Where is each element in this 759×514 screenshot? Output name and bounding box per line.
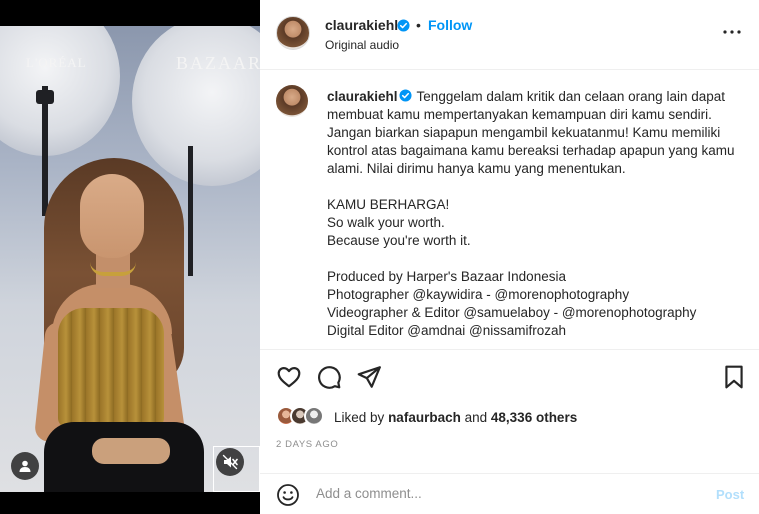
light-stand-right — [188, 146, 193, 276]
studio-umbrella-left — [0, 26, 120, 156]
emoji-icon — [277, 484, 299, 506]
follow-button[interactable]: Follow — [428, 17, 472, 33]
emoji-button[interactable] — [276, 483, 300, 507]
model-hands — [92, 438, 170, 464]
caption-text: claurakiehl Tenggelam dalam kritik dan ce… — [327, 88, 737, 340]
caption-section: claurakiehl Tenggelam dalam kritik dan ce… — [260, 71, 759, 349]
liker-avatar — [304, 406, 324, 426]
liked-by-count[interactable]: 48,336 others — [491, 410, 577, 425]
more-horizontal-icon — [723, 30, 741, 34]
liked-by-prefix: Liked by — [334, 410, 385, 425]
post-timestamp[interactable]: 2 DAYS AGO — [276, 439, 338, 450]
header-separator: • — [416, 17, 421, 33]
liked-by-text: Liked by nafaurbach and 48,336 others — [334, 410, 577, 425]
light-stand-left — [42, 86, 48, 216]
caption-username[interactable]: claurakiehl — [327, 89, 398, 104]
light-head — [36, 90, 54, 104]
verified-badge-icon — [397, 19, 410, 32]
caption-author-avatar[interactable] — [276, 85, 308, 117]
bazaar-logo: BAZAAR — [176, 53, 260, 73]
liked-by-user[interactable]: nafaurbach — [388, 410, 461, 425]
speaker-muted-icon — [222, 454, 238, 470]
gold-corset — [58, 308, 164, 428]
paper-plane-icon — [357, 366, 381, 388]
user-tag-button[interactable] — [11, 452, 39, 480]
heart-icon — [277, 367, 301, 388]
like-button[interactable] — [276, 364, 302, 390]
bookmark-icon — [725, 365, 743, 389]
loreal-logo: L'ORÉAL — [26, 55, 87, 70]
share-button[interactable] — [356, 364, 382, 390]
comment-bar: Post — [260, 473, 759, 514]
caption-body: Tenggelam dalam kritik dan celaan orang … — [327, 89, 735, 338]
studio-umbrella-right — [132, 26, 260, 186]
author-avatar[interactable] — [276, 16, 310, 50]
post-sidebar: claurakiehl • Follow Original audio clau… — [260, 0, 759, 514]
save-button[interactable] — [721, 364, 747, 390]
comment-input[interactable] — [316, 486, 696, 501]
post-comment-button[interactable]: Post — [716, 487, 744, 502]
comment-icon — [318, 366, 341, 389]
gold-necklace — [90, 262, 136, 276]
post-media[interactable]: L'ORÉAL BAZAAR — [0, 0, 260, 514]
more-options-button[interactable] — [722, 22, 742, 42]
liked-by-and: and — [464, 410, 488, 425]
author-username[interactable]: claurakiehl — [325, 17, 398, 33]
caption-verified-badge-icon — [399, 89, 412, 102]
model-face — [80, 174, 144, 258]
audio-subtitle[interactable]: Original audio — [325, 38, 399, 52]
post-photo: L'ORÉAL BAZAAR — [0, 26, 260, 492]
user-tag-icon — [19, 460, 31, 472]
post-actions: Liked by nafaurbach and 48,336 others 2 … — [260, 349, 759, 514]
mute-button[interactable] — [216, 448, 244, 476]
comment-button[interactable] — [316, 364, 342, 390]
post-header: claurakiehl • Follow Original audio — [260, 0, 759, 70]
